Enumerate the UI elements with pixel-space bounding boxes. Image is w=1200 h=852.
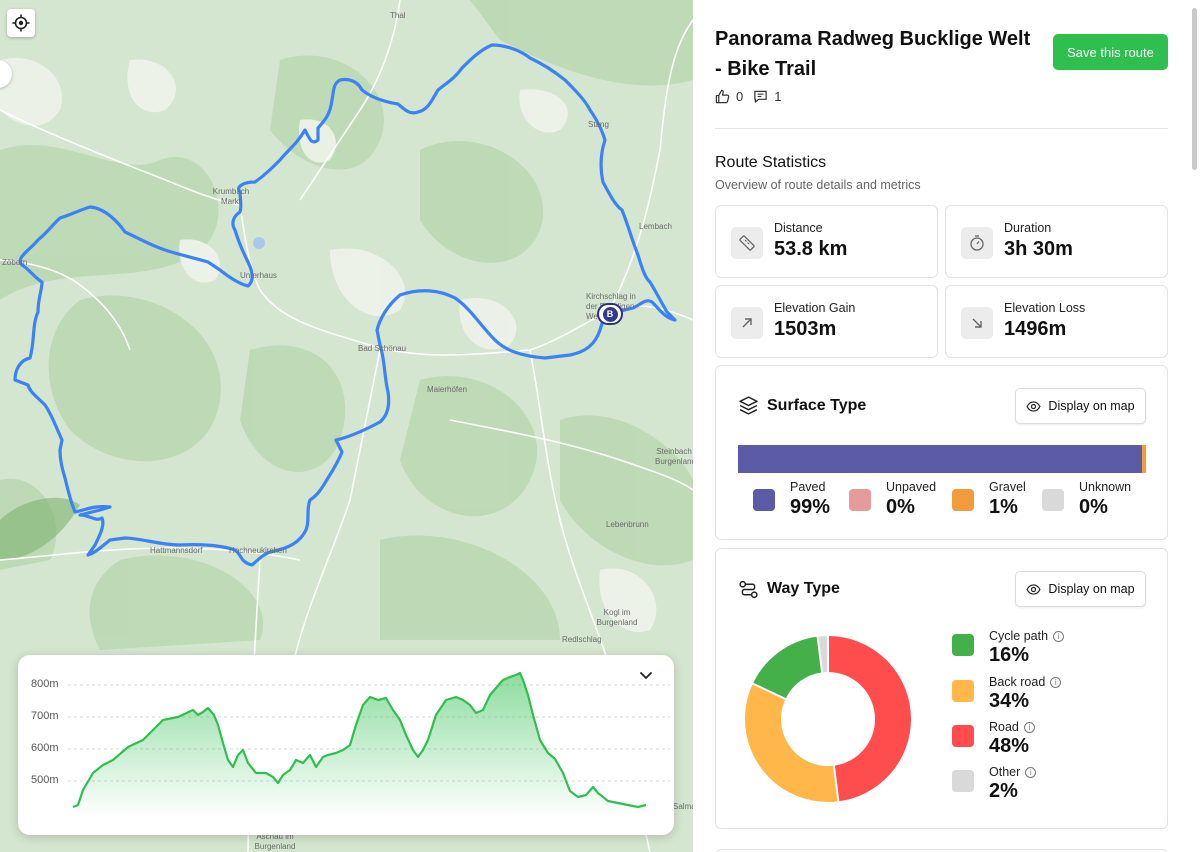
legend-swatch (849, 489, 871, 511)
place-label: Aschau im Burgenland (254, 832, 296, 851)
distance-card: Distance 53.8 km (715, 205, 938, 278)
legend-value: 0% (1079, 496, 1108, 518)
comment-icon[interactable] (753, 89, 768, 104)
display-on-map-label: Display on map (1048, 399, 1135, 413)
section-subtitle: Overview of route details and metrics (715, 178, 921, 192)
place-label: Unterhaus (240, 271, 277, 280)
legend-swatch (952, 680, 974, 702)
legend-swatch (952, 634, 974, 656)
stat-value: 1496m (1004, 318, 1067, 340)
place-label: Bad Schönau (358, 344, 407, 353)
legend-label: Other (989, 765, 1021, 779)
panel-title: Way Type (767, 580, 840, 597)
legend-label: Road (989, 720, 1019, 734)
legend-label: Back road (989, 675, 1046, 689)
likes-count: 0 (736, 89, 744, 104)
place-label: Steinbach Burgenland (655, 447, 693, 466)
stat-value: 53.8 km (774, 238, 848, 260)
legend-value: 16% (989, 644, 1030, 666)
legend-label: Paved (790, 480, 826, 494)
legend-label: Unpaved (886, 480, 937, 494)
place-label: Salmannsdorf (673, 802, 693, 811)
way-type-panel: Way Type Display on map Cycle path i 16% … (715, 548, 1168, 829)
info-icon[interactable]: i (1050, 676, 1062, 688)
duration-card: Duration 3h 30m (945, 205, 1168, 278)
legend-swatch (952, 489, 974, 511)
section-title: Route Statistics (715, 154, 827, 171)
display-on-map-label: Display on map (1048, 582, 1135, 596)
route-icon (739, 580, 758, 599)
elevation-chart (68, 671, 670, 813)
legend-swatch (1042, 489, 1064, 511)
legend-value: 34% (989, 690, 1030, 712)
place-label: Thal (390, 11, 406, 20)
surface-distribution-bar (738, 445, 1146, 473)
legend-swatch (952, 725, 974, 747)
place-label: Kogl im Burgenland (596, 608, 638, 627)
legend-swatch (753, 489, 775, 511)
legend-label: Unknown (1079, 480, 1132, 494)
stat-value: 1503m (774, 318, 837, 340)
engagement-row: 0 1 (715, 89, 791, 104)
legend-label: Gravel (989, 480, 1026, 494)
place-label: Lebenbrunn (606, 520, 649, 529)
way-display-on-map-button[interactable]: Display on map (1015, 571, 1146, 607)
place-label: Stang (588, 120, 609, 129)
stat-label: Elevation Gain (774, 301, 856, 315)
save-route-button[interactable]: Save this route (1053, 34, 1168, 70)
legend-value: 0% (886, 496, 915, 518)
stat-value: 3h 30m (1004, 238, 1073, 260)
place-label: Hattmannsdorf (150, 546, 203, 555)
place-label: Krumbach Markt (212, 187, 250, 206)
route-sidebar[interactable]: Panorama Radweg Bucklige Welt - Bike Tra… (693, 0, 1200, 852)
map-view[interactable]: Thal Stang Krumbach Markt Lembach Zöbern… (0, 0, 693, 852)
end-marker-label: B (602, 306, 618, 322)
surface-type-panel: Surface Type Display on map Paved 99% Un… (715, 365, 1168, 540)
divider (715, 128, 1168, 129)
stat-label: Elevation Loss (1004, 301, 1086, 315)
eye-icon (1026, 400, 1042, 412)
thumbs-up-icon[interactable] (715, 89, 730, 104)
locate-icon (12, 14, 30, 32)
legend-label: Cycle path (989, 629, 1049, 643)
legend-value: 48% (989, 735, 1030, 757)
arrow-up-right-icon (731, 307, 763, 339)
legend-value: 99% (790, 496, 831, 518)
stat-label: Distance (774, 221, 823, 235)
elevation-loss-card: Elevation Loss 1496m (945, 285, 1168, 358)
panel-title: Surface Type (767, 397, 867, 414)
ruler-icon (731, 227, 763, 259)
legend-value: 1% (989, 496, 1018, 518)
route-title: Panorama Radweg Bucklige Welt - Bike Tra… (715, 28, 1031, 80)
timer-icon (961, 227, 993, 259)
elevation-profile: 800m 700m 600m 500m (18, 655, 674, 835)
comments-count: 1 (774, 89, 782, 104)
layers-icon (739, 396, 758, 415)
elevation-gain-card: Elevation Gain 1503m (715, 285, 938, 358)
locate-button[interactable] (7, 9, 35, 37)
scrollbar[interactable] (1192, 8, 1197, 170)
info-icon[interactable]: i (1053, 630, 1065, 642)
route-end-marker[interactable]: B (597, 303, 623, 325)
info-icon[interactable]: i (1023, 721, 1035, 733)
place-label: Hochneukirchen (229, 546, 287, 555)
info-icon[interactable]: i (1025, 766, 1037, 778)
way-type-donut-chart (745, 635, 911, 803)
gravel-segment (1141, 445, 1146, 473)
legend-swatch (952, 770, 974, 792)
place-label: Lembach (639, 222, 672, 231)
legend-value: 2% (989, 780, 1018, 802)
paved-segment (738, 445, 1142, 473)
stat-label: Duration (1004, 221, 1052, 235)
surface-display-on-map-button[interactable]: Display on map (1015, 388, 1146, 424)
place-label: Zöbern (2, 258, 28, 267)
eye-icon (1026, 583, 1042, 595)
place-label: Redlschlag (562, 635, 602, 644)
place-label: Maierhöfen (427, 385, 468, 394)
arrow-down-right-icon (961, 307, 993, 339)
